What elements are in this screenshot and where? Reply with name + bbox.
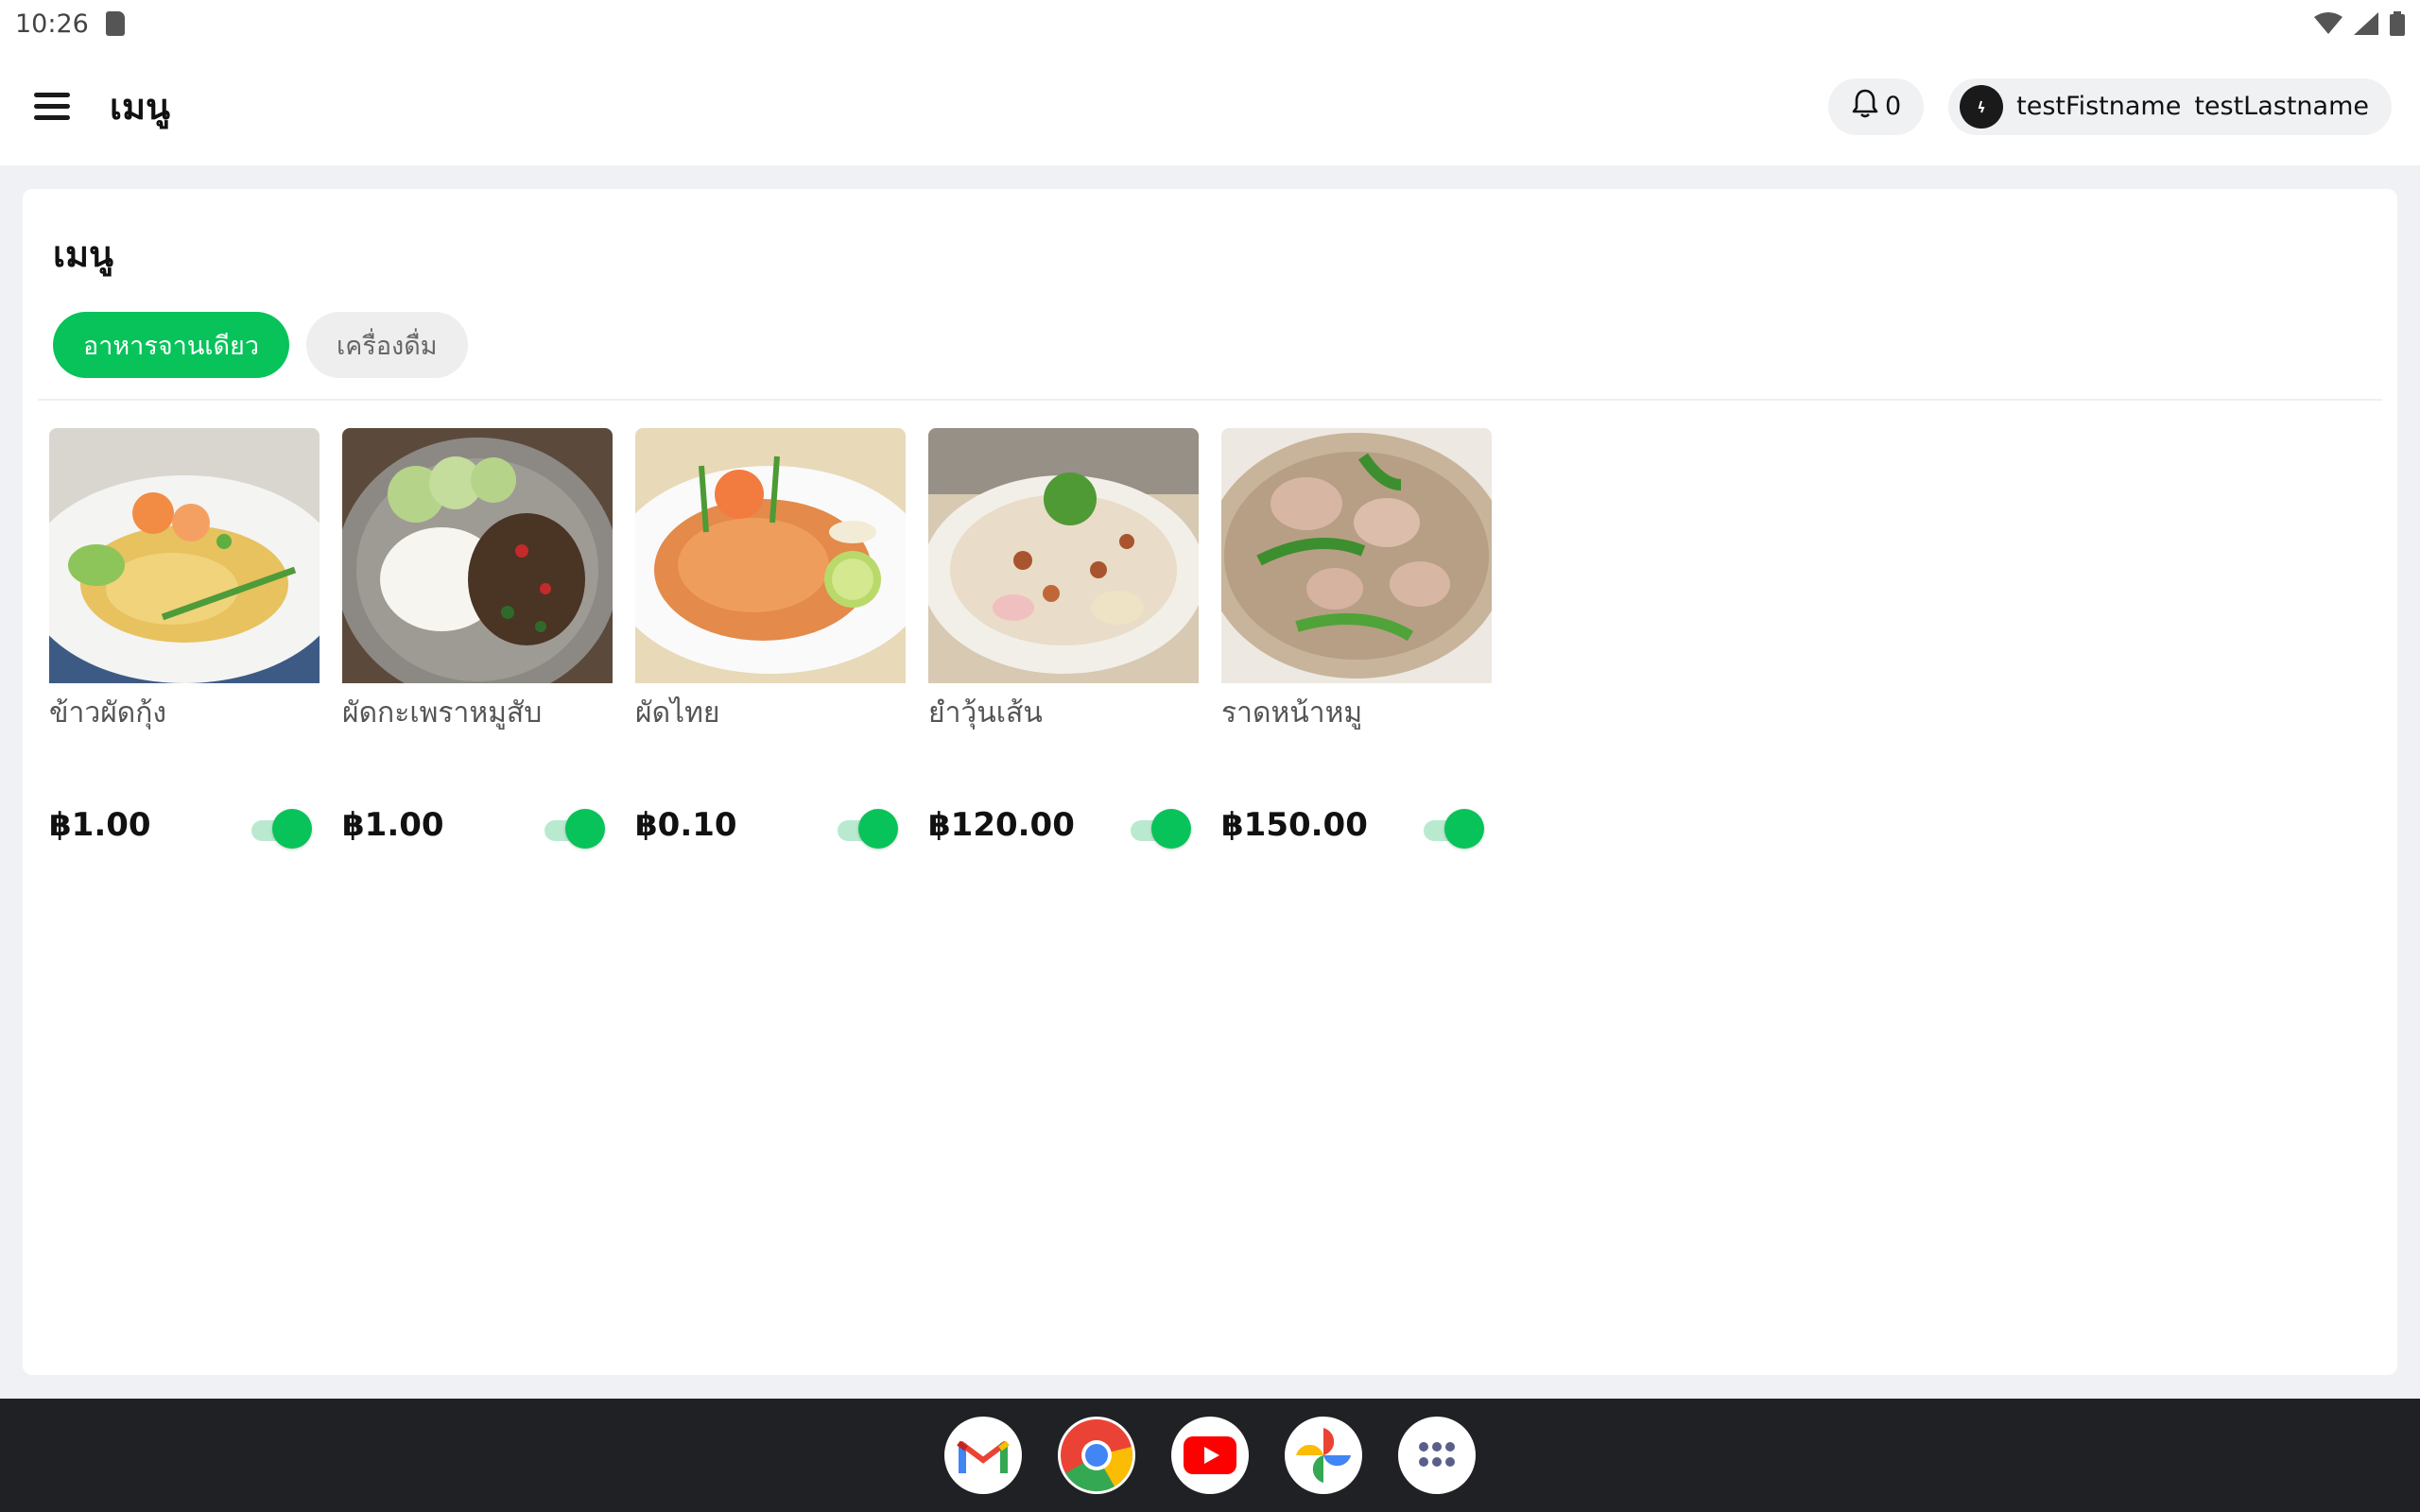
- app-bar-right: 0 testFistname testLastname: [1827, 77, 2392, 135]
- availability-toggle[interactable]: [1131, 809, 1191, 849]
- menu-card: เมนู อาหารจานเดียว เครื่องดื่ม ข้าวผัดกุ…: [23, 189, 2397, 1375]
- status-right: [2314, 11, 2405, 36]
- menu-item-name: ยำวุ้นเส้น: [928, 696, 1043, 730]
- glass-noodle-salad-image: [928, 428, 1199, 683]
- app-title: เมนู: [110, 86, 171, 128]
- status-left: 10:26: [15, 9, 125, 39]
- photos-icon[interactable]: [1285, 1417, 1362, 1494]
- signal-icon: [2354, 12, 2378, 35]
- bell-icon: [1851, 88, 1879, 125]
- user-profile-button[interactable]: testFistname testLastname: [1948, 77, 2392, 135]
- menu-item[interactable]: ยำวุ้นเส้น ฿120.00: [928, 428, 1199, 872]
- availability-toggle[interactable]: [251, 809, 312, 849]
- pad-thai-image: [635, 428, 906, 683]
- section-title: เมนู: [53, 233, 114, 275]
- availability-toggle[interactable]: [544, 809, 605, 849]
- menu-item-price: ฿150.00: [1221, 806, 1368, 844]
- menu-item-name: ราดหน้าหมู: [1221, 696, 1363, 730]
- menu-item-price: ฿120.00: [928, 806, 1075, 844]
- menu-item-name: ข้าวผัดกุ้ง: [49, 696, 167, 730]
- menu-item-price: ฿0.10: [635, 806, 737, 844]
- chrome-icon[interactable]: [1058, 1417, 1135, 1494]
- status-bar: 10:26: [0, 0, 2420, 47]
- notification-button[interactable]: 0: [1827, 77, 1925, 135]
- app-bar: เมนู 0 testFistname testLastname: [0, 47, 2420, 165]
- sd-card-icon: [105, 11, 125, 36]
- gmail-icon[interactable]: [944, 1417, 1022, 1494]
- basil-pork-rice-image: [342, 428, 613, 683]
- app-dock: [0, 1399, 2420, 1512]
- menu-item-price: ฿1.00: [342, 806, 444, 844]
- menu-item-name: ผัดกะเพราหมูสับ: [342, 696, 543, 730]
- avatar: [1960, 84, 2004, 129]
- availability-toggle[interactable]: [838, 809, 898, 849]
- menu-item[interactable]: ผัดไทย ฿0.10: [635, 428, 906, 872]
- status-time: 10:26: [15, 9, 89, 39]
- menu-item[interactable]: ราดหน้าหมู ฿150.00: [1221, 428, 1492, 872]
- user-first-name: testFistname: [2016, 92, 2182, 121]
- battery-icon: [2390, 11, 2405, 36]
- youtube-icon[interactable]: [1171, 1417, 1249, 1494]
- app-bar-left: เมนู: [34, 77, 170, 135]
- divider: [38, 399, 2382, 401]
- rad-na-pork-image: [1221, 428, 1492, 683]
- menu-item-price: ฿1.00: [49, 806, 151, 844]
- app-drawer-icon[interactable]: [1398, 1417, 1476, 1494]
- menu-item[interactable]: ผัดกะเพราหมูสับ ฿1.00: [342, 428, 613, 872]
- availability-toggle[interactable]: [1424, 809, 1484, 849]
- menu-item-name: ผัดไทย: [635, 696, 720, 730]
- notification-count: 0: [1884, 92, 1902, 121]
- wifi-icon: [2314, 12, 2342, 35]
- category-tabs: อาหารจานเดียว เครื่องดื่ม: [53, 312, 468, 378]
- tab-drinks[interactable]: เครื่องดื่ม: [306, 312, 468, 378]
- menu-hamburger-icon[interactable]: [34, 92, 72, 121]
- tab-single-dish[interactable]: อาหารจานเดียว: [53, 312, 290, 378]
- menu-item[interactable]: ข้าวผัดกุ้ง ฿1.00: [49, 428, 320, 872]
- user-last-name: testLastname: [2194, 92, 2369, 121]
- fried-rice-shrimp-image: [49, 428, 320, 683]
